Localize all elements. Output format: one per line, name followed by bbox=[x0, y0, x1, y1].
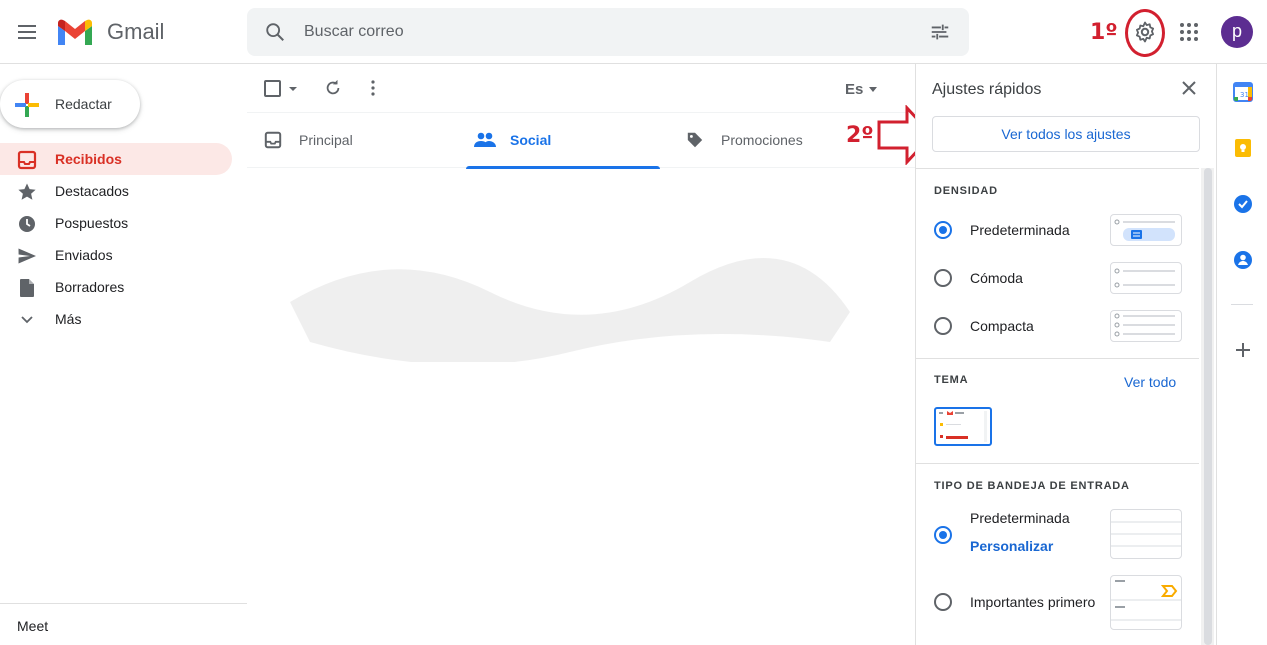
sidebar-item-label: Pospuestos bbox=[55, 215, 129, 231]
language-selector[interactable]: Es bbox=[845, 81, 878, 98]
density-preview-compact[interactable] bbox=[1110, 310, 1182, 342]
language-label: Es bbox=[845, 81, 864, 98]
keep-icon[interactable] bbox=[1233, 138, 1253, 163]
gmail-logo-icon[interactable] bbox=[56, 18, 94, 52]
tag-icon bbox=[686, 131, 704, 154]
sidebar-item-label: Borradores bbox=[55, 279, 125, 295]
scrollbar-thumb[interactable] bbox=[1204, 168, 1212, 645]
more-options-icon[interactable] bbox=[364, 79, 382, 102]
category-tabs: Principal Social Promociones bbox=[247, 112, 915, 169]
density-preview-comfortable[interactable] bbox=[1110, 262, 1182, 294]
calendar-icon[interactable]: 31 bbox=[1233, 82, 1253, 107]
radio-button[interactable] bbox=[934, 269, 952, 287]
sidebar-item-label: Recibidos bbox=[55, 151, 122, 167]
quick-settings-title: Ajustes rápidos bbox=[932, 81, 1042, 98]
sidebar-item-label: Destacados bbox=[55, 183, 129, 199]
density-heading: DENSIDAD bbox=[934, 185, 998, 197]
radio-button[interactable] bbox=[934, 221, 952, 239]
send-icon bbox=[17, 246, 37, 271]
tasks-icon[interactable] bbox=[1233, 194, 1253, 219]
annotation-step-2: 2º bbox=[846, 123, 874, 148]
chevron-down-icon bbox=[17, 310, 37, 335]
compose-label: Redactar bbox=[55, 96, 112, 112]
select-all-checkbox[interactable] bbox=[264, 80, 298, 103]
google-apps-icon[interactable] bbox=[1178, 21, 1200, 48]
main-menu-icon[interactable] bbox=[15, 20, 39, 44]
sidebar-nav: Recibidos Destacados Pospuestos Enviados… bbox=[0, 143, 232, 335]
account-avatar[interactable]: p bbox=[1221, 16, 1253, 48]
sidebar-item-inbox[interactable]: Recibidos bbox=[0, 143, 232, 175]
clock-icon bbox=[17, 214, 37, 239]
search-icon[interactable] bbox=[264, 21, 286, 48]
add-addon-icon[interactable] bbox=[1233, 340, 1253, 365]
annotation-step-1: 1º bbox=[1090, 20, 1118, 45]
density-label: Cómoda bbox=[970, 270, 1023, 286]
divider bbox=[916, 168, 1199, 169]
tab-label: Promociones bbox=[721, 132, 803, 148]
mail-toolbar bbox=[247, 64, 915, 112]
search-bar[interactable]: Buscar correo bbox=[247, 8, 969, 56]
theme-preview[interactable] bbox=[934, 407, 992, 446]
see-all-settings-button[interactable]: Ver todos los ajustes bbox=[932, 116, 1200, 152]
sidebar-item-more[interactable]: Más bbox=[0, 303, 232, 335]
theme-view-all-link[interactable]: Ver todo bbox=[1124, 374, 1176, 390]
radio-button[interactable] bbox=[934, 593, 952, 611]
active-tab-indicator bbox=[466, 166, 660, 169]
search-options-icon[interactable] bbox=[929, 21, 951, 48]
quick-settings-panel: Ajustes rápidos Ver todos los ajustes DE… bbox=[915, 64, 1215, 645]
draft-icon bbox=[17, 278, 37, 303]
empty-state-illustration bbox=[270, 232, 870, 365]
radio-button[interactable] bbox=[934, 526, 952, 544]
theme-heading: TEMA bbox=[934, 374, 969, 386]
inbox-type-heading: TIPO DE BANDEJA DE ENTRADA bbox=[934, 480, 1130, 492]
divider bbox=[0, 603, 247, 604]
inbox-type-preview-default[interactable] bbox=[1110, 509, 1182, 559]
density-label: Compacta bbox=[970, 318, 1034, 334]
tab-label: Social bbox=[510, 132, 552, 148]
sidebar-item-sent[interactable]: Enviados bbox=[0, 239, 232, 271]
tab-label: Principal bbox=[299, 132, 353, 148]
tab-primary[interactable]: Principal bbox=[247, 113, 452, 169]
tab-social[interactable]: Social bbox=[466, 113, 660, 169]
inbox-type-preview-important[interactable] bbox=[1110, 575, 1182, 630]
search-input[interactable]: Buscar correo bbox=[304, 23, 404, 41]
inbox-type-label: Predeterminada bbox=[970, 510, 1070, 526]
compose-button[interactable]: Redactar bbox=[0, 80, 140, 128]
radio-button[interactable] bbox=[934, 317, 952, 335]
top-bar: Gmail Buscar correo 1º p bbox=[0, 0, 1267, 64]
sidebar-item-label: Más bbox=[55, 311, 82, 327]
close-icon[interactable] bbox=[1181, 80, 1197, 101]
refresh-icon[interactable] bbox=[324, 79, 342, 102]
people-icon bbox=[474, 131, 496, 154]
density-label: Predeterminada bbox=[970, 222, 1070, 238]
compose-plus-icon bbox=[14, 92, 40, 123]
app-name: Gmail bbox=[107, 19, 165, 44]
divider bbox=[916, 463, 1199, 464]
contacts-icon[interactable] bbox=[1233, 250, 1253, 275]
sidebar-item-snoozed[interactable]: Pospuestos bbox=[0, 207, 232, 239]
settings-gear-icon[interactable] bbox=[1133, 20, 1157, 49]
inbox-type-label: Importantes primero bbox=[970, 594, 1096, 610]
sidebar-item-starred[interactable]: Destacados bbox=[0, 175, 232, 207]
meet-section-title[interactable]: Meet bbox=[17, 618, 48, 634]
sidebar-item-label: Enviados bbox=[55, 247, 113, 263]
divider bbox=[1231, 304, 1253, 305]
inbox-icon bbox=[17, 150, 37, 175]
star-icon bbox=[17, 182, 37, 207]
sidebar-item-drafts[interactable]: Borradores bbox=[0, 271, 232, 303]
customize-link[interactable]: Personalizar bbox=[970, 538, 1053, 554]
side-panel: 31 bbox=[1216, 64, 1267, 645]
inbox-tab-icon bbox=[264, 131, 282, 154]
divider bbox=[916, 358, 1199, 359]
svg-text:31: 31 bbox=[1240, 91, 1249, 99]
density-preview-default[interactable] bbox=[1110, 214, 1182, 246]
